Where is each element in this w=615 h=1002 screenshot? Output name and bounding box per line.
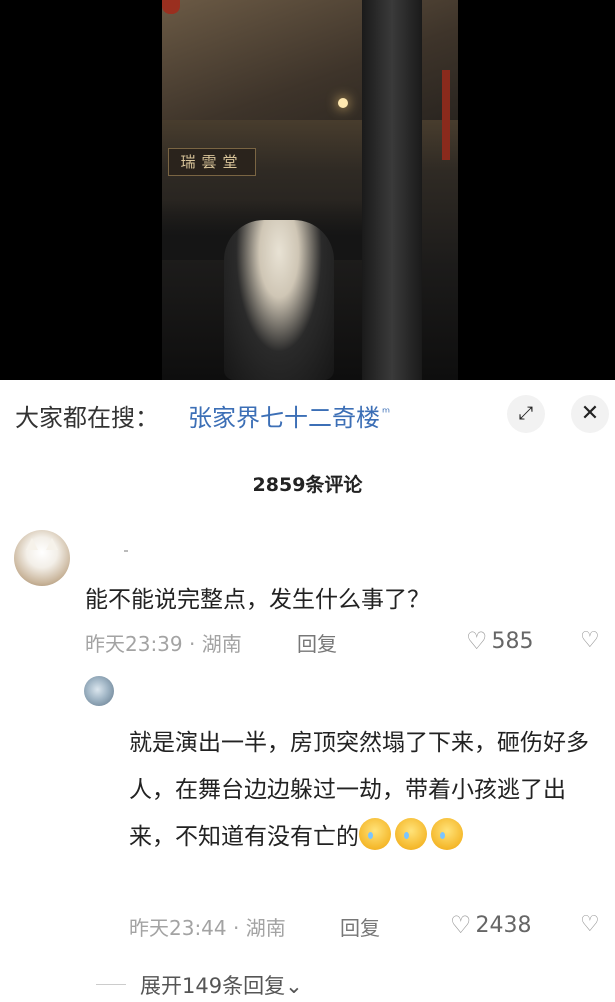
video-frame: 瑞雲堂	[162, 0, 458, 380]
video-sign: 瑞雲堂	[168, 148, 256, 176]
avatar-ear	[26, 538, 38, 550]
close-icon: ✕	[580, 401, 600, 426]
chevron-down-icon: ⌄	[285, 974, 303, 998]
heart-icon: ♡	[466, 627, 488, 655]
like-button[interactable]: ♡ 2438	[450, 911, 532, 939]
reply-button[interactable]: 回复	[297, 628, 337, 657]
like-button[interactable]: ♡ 585	[466, 627, 534, 655]
dislike-button[interactable]: ♡	[580, 628, 600, 653]
divider	[96, 984, 126, 985]
pleading-face-emoji	[395, 818, 427, 850]
broken-heart-icon: ♡	[580, 628, 600, 653]
expand-icon: ⤢	[518, 403, 534, 424]
avatar[interactable]	[14, 530, 70, 586]
close-button[interactable]: ✕	[571, 395, 609, 433]
dislike-button[interactable]: ♡	[580, 912, 600, 937]
trending-search-term[interactable]: 张家界七十二奇楼	[188, 404, 380, 432]
video-player[interactable]: 瑞雲堂	[0, 0, 615, 380]
video-person	[224, 220, 334, 380]
avatar[interactable]	[84, 676, 114, 706]
expand-replies-label: 展开149条回复	[140, 974, 286, 998]
reply-text: 就是演出一半，房顶突然塌了下来，砸伤好多人，在舞台边边躲过一劫，带着小孩逃了出来…	[129, 720, 599, 861]
video-lantern	[162, 0, 180, 14]
comment-count: 2859条评论	[252, 474, 363, 496]
expand-replies-button[interactable]: 展开149条回复⌄	[140, 970, 303, 1000]
comment-time-location: 昨天23:39 · 湖南	[85, 632, 242, 656]
reply-time-location: 昨天23:44 · 湖南	[129, 916, 286, 940]
video-light	[338, 98, 348, 108]
avatar-ear	[46, 538, 58, 550]
broken-heart-icon: ♡	[580, 912, 600, 937]
like-count: 585	[491, 629, 534, 654]
pleading-face-emoji	[431, 818, 463, 850]
video-red-pillar	[442, 70, 450, 160]
pleading-face-emoji	[359, 818, 391, 850]
reply-button[interactable]: 回复	[340, 912, 380, 941]
trending-search-prefix: 大家都在搜：	[15, 404, 159, 432]
trending-search-link[interactable]: 张家界七十二奇楼 ᵐ	[188, 398, 390, 433]
video-pillar	[362, 0, 422, 380]
search-icon: ᵐ	[382, 406, 391, 421]
like-count: 2438	[475, 913, 532, 938]
heart-icon: ♡	[450, 911, 472, 939]
expand-button[interactable]: ⤢	[507, 395, 545, 433]
comment-text: 能不能说完整点，发生什么事了？	[85, 587, 430, 613]
username-placeholder[interactable]	[124, 550, 128, 552]
